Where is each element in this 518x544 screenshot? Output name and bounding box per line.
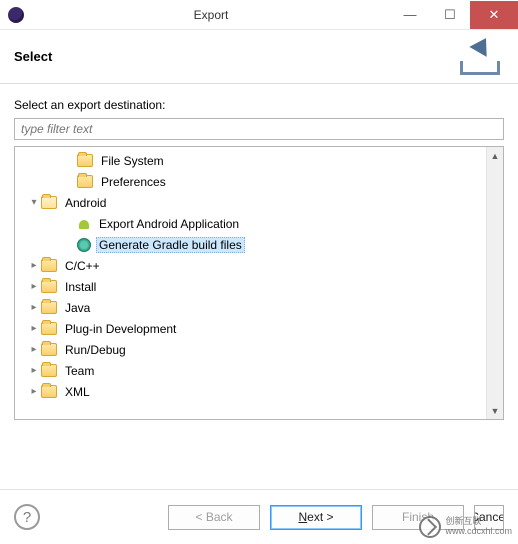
scroll-thumb[interactable] bbox=[487, 164, 503, 402]
tree-item[interactable]: ▸ Java bbox=[15, 297, 503, 318]
expand-icon[interactable]: ▸ bbox=[27, 323, 41, 334]
scroll-up-icon[interactable]: ▲ bbox=[487, 147, 503, 164]
tree-item-label: C/C++ bbox=[62, 258, 103, 274]
expand-icon[interactable]: ▸ bbox=[27, 302, 41, 313]
window-title: Export bbox=[32, 8, 390, 22]
folder-icon bbox=[77, 154, 93, 167]
watermark: 创新互联 www.cdcxhl.com bbox=[419, 516, 512, 538]
next-button[interactable]: Next > bbox=[270, 505, 362, 530]
tree-item[interactable]: ▸ Plug-in Development bbox=[15, 318, 503, 339]
filter-input[interactable] bbox=[14, 118, 504, 140]
folder-icon bbox=[41, 364, 57, 377]
tree-item[interactable]: ▸ Team bbox=[15, 360, 503, 381]
folder-icon bbox=[41, 322, 57, 335]
back-button[interactable]: < Back bbox=[168, 505, 260, 530]
tree-item[interactable]: ▸ Install bbox=[15, 276, 503, 297]
folder-open-icon bbox=[41, 196, 57, 209]
watermark-text: 创新互联 www.cdcxhl.com bbox=[445, 517, 512, 537]
gradle-icon bbox=[77, 238, 91, 252]
help-button[interactable]: ? bbox=[14, 504, 40, 530]
tree-item-label: Generate Gradle build files bbox=[96, 237, 245, 253]
eclipse-icon bbox=[8, 7, 24, 23]
tree-item[interactable]: Export Android Application bbox=[15, 213, 503, 234]
expand-icon[interactable]: ▸ bbox=[27, 365, 41, 376]
window-controls: — ☐ ✕ bbox=[390, 1, 518, 29]
tree-item[interactable]: ▾ Android bbox=[15, 192, 503, 213]
tree-item[interactable]: ▸ Run/Debug bbox=[15, 339, 503, 360]
page-title: Select bbox=[14, 49, 456, 64]
maximize-button[interactable]: ☐ bbox=[430, 1, 470, 29]
tree-item-label: Preferences bbox=[98, 174, 169, 190]
tree-item-label: XML bbox=[62, 384, 93, 400]
expand-icon[interactable]: ▸ bbox=[27, 260, 41, 271]
tree-item[interactable]: Preferences bbox=[15, 171, 503, 192]
tree-item-label: Run/Debug bbox=[62, 342, 129, 358]
tree-item[interactable]: File System bbox=[15, 150, 503, 171]
folder-icon bbox=[41, 343, 57, 356]
expand-icon[interactable]: ▸ bbox=[27, 386, 41, 397]
folder-icon bbox=[77, 175, 93, 188]
minimize-button[interactable]: — bbox=[390, 1, 430, 29]
watermark-logo-icon bbox=[419, 516, 441, 538]
destination-label: Select an export destination: bbox=[14, 98, 504, 112]
folder-icon bbox=[41, 385, 57, 398]
scroll-down-icon[interactable]: ▼ bbox=[487, 402, 503, 419]
wizard-content: Select an export destination: File Syste… bbox=[0, 84, 518, 434]
tree-item-label: Plug-in Development bbox=[62, 321, 179, 337]
tree-item-label: Install bbox=[62, 279, 99, 295]
tree-item-label: Android bbox=[62, 195, 109, 211]
folder-icon bbox=[41, 280, 57, 293]
titlebar: Export — ☐ ✕ bbox=[0, 0, 518, 30]
collapse-icon[interactable]: ▾ bbox=[27, 197, 41, 208]
folder-icon bbox=[41, 301, 57, 314]
close-button[interactable]: ✕ bbox=[470, 1, 518, 29]
tree-item-label: Java bbox=[62, 300, 93, 316]
android-icon bbox=[77, 217, 91, 231]
tree-item[interactable]: ▸ XML bbox=[15, 381, 503, 402]
expand-icon[interactable]: ▸ bbox=[27, 281, 41, 292]
folder-icon bbox=[41, 259, 57, 272]
tree-item-label: Export Android Application bbox=[96, 216, 242, 232]
wizard-header: Select bbox=[0, 30, 518, 84]
export-icon bbox=[456, 37, 504, 77]
tree-item[interactable]: Generate Gradle build files bbox=[15, 234, 503, 255]
expand-icon[interactable]: ▸ bbox=[27, 344, 41, 355]
divider bbox=[0, 489, 518, 490]
tree-container: File System Preferences ▾ Android Export And… bbox=[14, 146, 504, 420]
tree-item-label: File System bbox=[98, 153, 167, 169]
tree-item-label: Team bbox=[62, 363, 97, 379]
export-tree[interactable]: File System Preferences ▾ Android Export And… bbox=[15, 147, 503, 419]
tree-item[interactable]: ▸ C/C++ bbox=[15, 255, 503, 276]
scrollbar[interactable]: ▲ ▼ bbox=[486, 147, 503, 419]
